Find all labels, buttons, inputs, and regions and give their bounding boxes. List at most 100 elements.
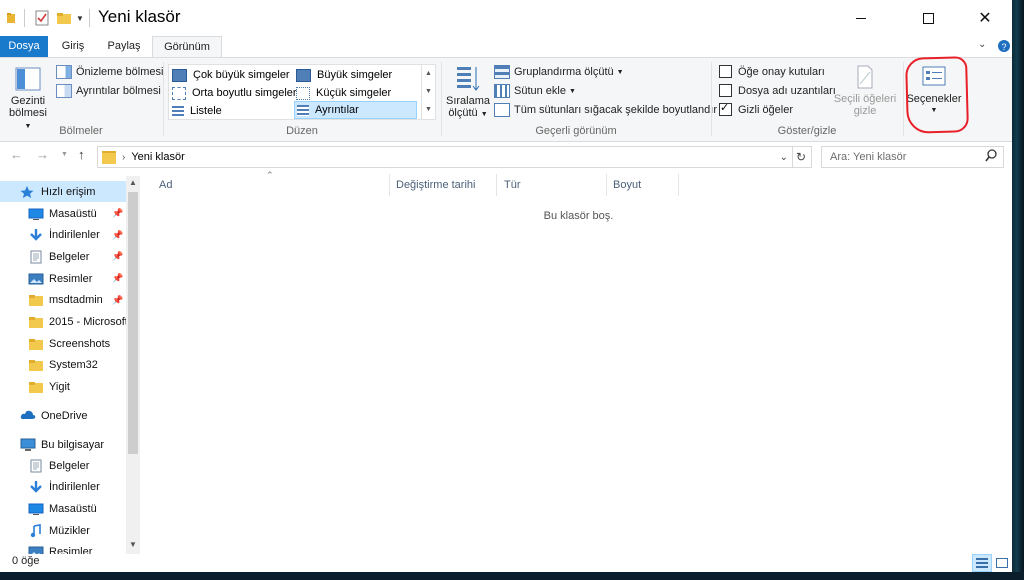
group-label-layout: Düzen	[286, 125, 318, 137]
preview-pane-button[interactable]: Önizleme bölmesi	[56, 65, 163, 79]
pin-icon[interactable]: 📌	[112, 230, 123, 241]
hidden-items-toggle[interactable]: Gizli öğeler	[719, 101, 793, 116]
sort-by-button[interactable]: Sıralama ölçütü ▼	[446, 64, 490, 121]
pin-icon[interactable]: 📌	[112, 273, 123, 284]
group-label-current-view: Geçerli görünüm	[535, 125, 617, 137]
back-icon[interactable]: ←	[10, 147, 23, 162]
nav-pc-item[interactable]: İndirilenler	[0, 477, 126, 498]
navigation-pane-button[interactable]: Gezinti bölmesi ▼	[6, 66, 50, 133]
new-folder-icon[interactable]	[56, 10, 72, 26]
tab-home[interactable]: Giriş	[50, 36, 96, 57]
address-bar[interactable]: › Yeni klasör ⌄	[97, 146, 793, 168]
nav-scrollbar[interactable]: ▲ ▼	[126, 176, 140, 554]
nav-scrollbar-thumb[interactable]	[128, 192, 138, 454]
tab-share[interactable]: Paylaş	[98, 36, 150, 57]
tab-file[interactable]: Dosya	[0, 36, 48, 57]
layout-details[interactable]: Ayrıntılar	[294, 101, 417, 119]
nav-item[interactable]: Yigit	[0, 377, 126, 398]
minimize-button[interactable]	[838, 0, 884, 36]
nav-item[interactable]: System32	[0, 355, 126, 376]
layout-extra-large-icons[interactable]: Çok büyük simgeler	[172, 67, 290, 83]
column-divider[interactable]	[389, 174, 390, 196]
gallery-more-icon[interactable]: ▼	[422, 101, 435, 119]
customize-quick-access-icon[interactable]: ▼	[76, 14, 84, 30]
details-pane-icon	[56, 84, 72, 98]
layout-small-icons[interactable]: Küçük simgeler	[296, 85, 391, 101]
layout-list[interactable]: Listele	[172, 103, 222, 119]
tab-view[interactable]: Görünüm	[152, 36, 222, 58]
nav-item[interactable]: 2015 - Microsoft	[0, 312, 128, 333]
folder-icon	[28, 337, 44, 351]
download-icon	[28, 228, 44, 242]
item-checkboxes-checkbox[interactable]	[719, 65, 732, 78]
column-divider[interactable]	[496, 174, 497, 196]
layout-medium-icons[interactable]: Orta boyutlu simgeler	[172, 85, 297, 101]
forward-icon[interactable]: →	[36, 147, 49, 162]
pin-icon[interactable]: 📌	[112, 251, 123, 262]
size-all-columns-button[interactable]: Tüm sütunları sığacak şekilde boyutlandı…	[494, 103, 717, 117]
breadcrumb-current[interactable]: Yeni klasör	[131, 151, 184, 163]
ribbon: Gezinti bölmesi ▼ Önizleme bölmesi Ayrın…	[0, 57, 1012, 142]
column-header-name[interactable]: Ad	[159, 172, 172, 198]
details-view-button[interactable]	[972, 554, 992, 572]
scroll-down-icon[interactable]: ▼	[126, 540, 140, 549]
column-header-date-modified[interactable]: Değiştirme tarihi	[396, 172, 475, 198]
up-icon[interactable]: ↑	[78, 147, 85, 162]
column-divider[interactable]	[606, 174, 607, 196]
nav-pc-item[interactable]: Müzikler	[0, 520, 126, 541]
maximize-button[interactable]	[905, 0, 951, 36]
address-dropdown-icon[interactable]: ⌄	[780, 152, 788, 163]
pin-icon[interactable]: 📌	[112, 208, 123, 219]
file-extensions-toggle[interactable]: Dosya adı uzantıları	[719, 84, 836, 97]
search-input[interactable]: Ara: Yeni klasör	[821, 146, 1004, 168]
file-extensions-checkbox[interactable]	[719, 84, 732, 97]
item-count: 0 öğe	[12, 555, 40, 567]
refresh-button[interactable]: ↻	[791, 146, 812, 168]
help-icon[interactable]: ?	[997, 39, 1011, 53]
large-icons-view-button[interactable]	[992, 554, 1012, 572]
nav-quick-access[interactable]: Hızlı erişim	[0, 181, 126, 202]
nav-item[interactable]: msdtadmin 📌	[0, 290, 126, 311]
sort-by-icon	[457, 67, 480, 91]
gallery-up-icon[interactable]: ▲	[422, 65, 435, 83]
nav-item[interactable]: Screenshots	[0, 333, 126, 354]
nav-item[interactable]: İndirilenler 📌	[0, 225, 126, 246]
nav-item[interactable]: Masaüstü 📌	[0, 203, 126, 224]
nav-pc-item[interactable]: Masaüstü	[0, 498, 126, 519]
size-columns-icon	[494, 103, 510, 117]
nav-pc-item[interactable]: Resimler	[0, 542, 126, 554]
search-icon[interactable]	[985, 149, 997, 166]
close-button[interactable]: ✕	[962, 0, 1008, 36]
nav-item[interactable]: Belgeler 📌	[0, 246, 126, 267]
group-separator	[903, 62, 904, 136]
nav-item[interactable]: Resimler 📌	[0, 268, 126, 289]
nav-item-label: İndirilenler	[49, 481, 100, 494]
ribbon-expand-icon[interactable]: ⌄	[978, 39, 992, 53]
breadcrumb-chevron-icon[interactable]: ›	[122, 152, 125, 163]
layout-large-icons[interactable]: Büyük simgeler	[296, 67, 392, 83]
recent-locations-icon[interactable]: ▼	[61, 151, 68, 158]
column-header-type[interactable]: Tür	[504, 172, 521, 198]
details-icon	[297, 104, 309, 116]
nav-pc-item[interactable]: Belgeler	[0, 455, 126, 476]
add-columns-button[interactable]: Sütun ekle ▼	[494, 84, 576, 98]
explorer-window: ▼ Yeni klasör ✕ Dosya Giriş Paylaş Görün…	[0, 0, 1012, 572]
nav-item-label: Yigit	[49, 381, 70, 394]
scroll-up-icon[interactable]: ▲	[126, 178, 140, 187]
group-label-show-hide: Göster/gizle	[777, 125, 837, 137]
group-by-button[interactable]: Gruplandırma ölçütü ▼	[494, 65, 624, 79]
column-header-size[interactable]: Boyut	[613, 172, 641, 198]
nav-this-pc[interactable]: Bu bilgisayar	[0, 434, 126, 455]
details-pane-button[interactable]: Ayrıntılar bölmesi	[56, 84, 161, 98]
pin-icon[interactable]: 📌	[112, 295, 123, 306]
item-checkboxes-toggle[interactable]: Öğe onay kutuları	[719, 65, 825, 78]
gallery-down-icon[interactable]: ▼	[422, 83, 435, 101]
hidden-items-checkbox[interactable]	[719, 101, 732, 116]
column-divider[interactable]	[678, 174, 679, 196]
cloud-icon	[20, 409, 36, 423]
nav-item-label: Screenshots	[49, 337, 111, 350]
gallery-scrollbar[interactable]: ▲ ▼ ▼	[421, 65, 435, 119]
nav-onedrive[interactable]: OneDrive	[0, 405, 126, 426]
properties-icon[interactable]	[34, 10, 50, 26]
hide-selected-items-button[interactable]: Seçili öğeleri gizle	[832, 64, 898, 117]
